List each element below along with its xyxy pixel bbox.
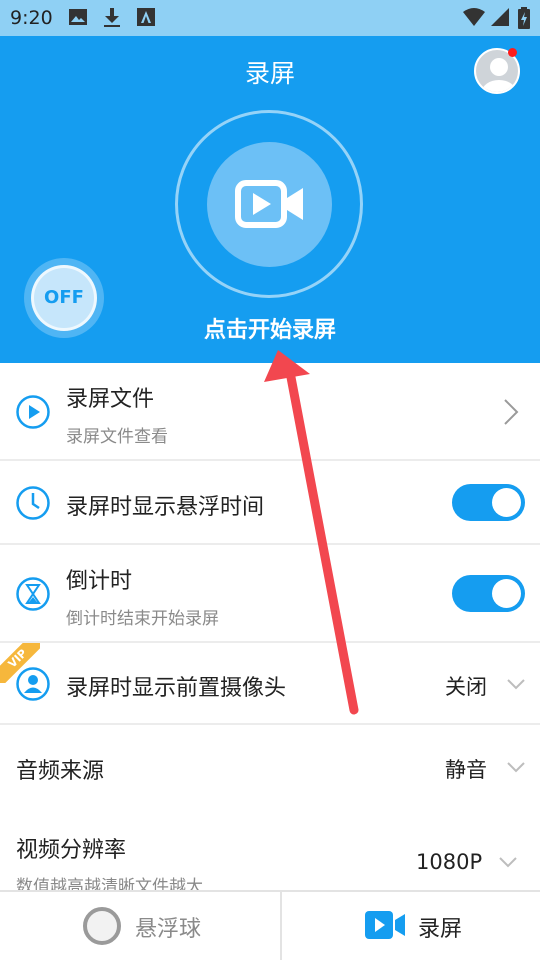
signal-icon xyxy=(491,8,509,26)
chevron-down-icon xyxy=(507,679,525,690)
hourglass-icon xyxy=(16,577,50,611)
nav-float-ball-label: 悬浮球 xyxy=(135,917,202,942)
nav-record-label: 录屏 xyxy=(418,917,463,942)
wifi-icon xyxy=(463,8,485,26)
row-record-files[interactable]: 录屏文件 录屏文件查看 xyxy=(0,363,540,461)
header: 录屏 点击开始录屏 OFF xyxy=(0,36,540,363)
front-camera-value: 关闭 xyxy=(445,675,487,699)
vip-badge: VIP xyxy=(0,643,40,683)
row-audio-source[interactable]: 音频来源 静音 xyxy=(0,725,540,807)
circle-icon xyxy=(83,907,121,945)
notification-dot xyxy=(508,48,517,57)
start-record-button[interactable] xyxy=(207,142,332,267)
vip-label: VIP xyxy=(0,643,40,683)
battery-icon xyxy=(518,7,530,29)
row-title: 录屏文件 xyxy=(66,387,155,412)
chevron-right-icon xyxy=(504,399,519,425)
row-title: 音频来源 xyxy=(16,759,105,784)
float-toggle-button[interactable]: OFF xyxy=(31,265,97,331)
status-time: 9:20 xyxy=(10,7,53,29)
chevron-down-icon xyxy=(507,762,525,773)
row-subtitle: 倒计时结束开始录屏 xyxy=(66,609,219,629)
video-camera-icon xyxy=(365,911,405,939)
download-icon xyxy=(104,8,120,27)
row-front-camera[interactable]: 录屏时显示前置摄像头 关闭 xyxy=(0,643,540,725)
bottom-nav: 悬浮球 录屏 xyxy=(0,890,540,960)
row-resolution[interactable]: 视频分辨率 数值越高越清晰文件越大 1080P xyxy=(0,807,540,890)
row-subtitle: 录屏文件查看 xyxy=(66,427,168,447)
resolution-value: 1080P xyxy=(416,850,483,874)
image-icon xyxy=(69,9,87,25)
chevron-down-icon xyxy=(499,857,517,868)
row-float-time: 录屏时显示悬浮时间 xyxy=(0,461,540,545)
row-subtitle: 数值越高越清晰文件越大 xyxy=(16,877,203,890)
row-title: 视频分辨率 xyxy=(16,838,127,863)
row-title: 录屏时显示前置摄像头 xyxy=(66,676,287,701)
row-title: 倒计时 xyxy=(66,569,133,594)
nav-float-ball[interactable]: 悬浮球 xyxy=(0,892,280,960)
video-camera-icon xyxy=(235,180,303,228)
font-icon xyxy=(137,8,155,26)
float-time-toggle[interactable] xyxy=(452,484,525,521)
row-title: 录屏时显示悬浮时间 xyxy=(66,495,265,520)
page-title: 录屏 xyxy=(244,59,295,88)
countdown-toggle[interactable] xyxy=(452,575,525,612)
play-icon xyxy=(16,395,50,429)
status-bar: 9:20 xyxy=(0,0,540,36)
nav-record[interactable]: 录屏 xyxy=(282,892,540,960)
clock-icon xyxy=(16,486,50,520)
audio-source-value: 静音 xyxy=(445,758,487,782)
row-countdown: 倒计时 倒计时结束开始录屏 xyxy=(0,545,540,643)
